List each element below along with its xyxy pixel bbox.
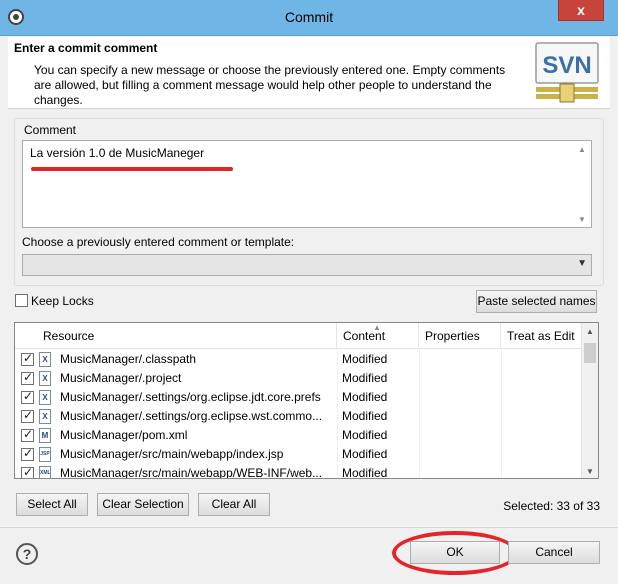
resource-cell: MusicManager/.settings/org.eclipse.jdt.c…: [60, 390, 321, 404]
chevron-down-icon[interactable]: ▼: [577, 258, 587, 269]
red-underline-annotation: [31, 167, 233, 171]
content-cell: Modified: [342, 428, 388, 442]
table-header: Resource Content Properties Treat as Edi…: [15, 323, 583, 349]
dialog-banner: Enter a commit comment You can specify a…: [8, 37, 610, 109]
previous-comment-select[interactable]: ▼: [22, 254, 592, 276]
content-cell: Modified: [342, 352, 388, 366]
file-icon: XML: [39, 466, 51, 478]
file-icon: X: [39, 390, 51, 405]
table-row[interactable]: X MusicManager/.project Modified: [15, 369, 583, 388]
properties-cell: [424, 350, 500, 369]
properties-cell: [424, 369, 500, 388]
treat-as-edit-cell: [506, 388, 582, 407]
svg-text:SVN: SVN: [542, 52, 591, 79]
properties-cell: [424, 426, 500, 445]
properties-cell: [424, 464, 500, 478]
keep-locks-label: Keep Locks: [31, 293, 94, 308]
comment-textarea[interactable]: La versión 1.0 de MusicManeger ▲ ▼: [22, 140, 592, 228]
comment-scrollbar[interactable]: ▲ ▼: [574, 141, 591, 227]
table-scrollbar[interactable]: ▲ ▼: [581, 323, 598, 478]
file-icon: M: [39, 428, 51, 443]
table-row[interactable]: X MusicManager/.settings/org.eclipse.wst.…: [15, 407, 583, 426]
red-circle-annotation: [392, 531, 518, 575]
clear-selection-button[interactable]: Clear Selection: [97, 493, 189, 516]
close-button[interactable]: x: [558, 0, 604, 21]
file-icon: X: [39, 352, 51, 367]
column-treat-as-edit[interactable]: Treat as Edit: [501, 323, 583, 349]
scrollbar-thumb[interactable]: [584, 343, 596, 363]
row-checkbox[interactable]: [21, 427, 34, 442]
treat-as-edit-cell: [506, 407, 582, 426]
row-checkbox[interactable]: [21, 408, 34, 423]
table-row[interactable]: X MusicManager/.classpath Modified: [15, 350, 583, 369]
paste-selected-names-button[interactable]: Paste selected names: [476, 290, 597, 313]
row-checkbox[interactable]: [21, 351, 34, 366]
keep-locks-checkbox[interactable]: [15, 294, 28, 308]
scroll-down-icon[interactable]: ▼: [578, 215, 586, 224]
row-checkbox[interactable]: [21, 389, 34, 404]
properties-cell: [424, 407, 500, 426]
column-properties[interactable]: Properties: [419, 323, 501, 349]
comment-text: La versión 1.0 de MusicManeger: [30, 146, 205, 160]
content-cell: Modified: [342, 371, 388, 385]
resource-cell: MusicManager/src/main/webapp/WEB-INF/web…: [60, 466, 323, 479]
table-row[interactable]: M MusicManager/pom.xml Modified: [15, 426, 583, 445]
properties-cell: [424, 445, 500, 464]
resource-table: Resource Content Properties Treat as Edi…: [14, 322, 599, 479]
svn-logo-icon: SVN: [535, 42, 599, 103]
resource-cell: MusicManager/src/main/webapp/index.jsp: [60, 447, 284, 461]
select-all-button[interactable]: Select All: [16, 493, 88, 516]
comment-group-label: Comment: [22, 123, 79, 137]
properties-cell: [424, 388, 500, 407]
row-checkbox[interactable]: [21, 446, 34, 461]
treat-as-edit-cell: [506, 445, 582, 464]
table-row[interactable]: X MusicManager/.settings/org.eclipse.jdt.…: [15, 388, 583, 407]
content-cell: Modified: [342, 447, 388, 461]
scroll-up-icon[interactable]: ▲: [586, 327, 594, 336]
content-cell: Modified: [342, 409, 388, 423]
file-icon: X: [39, 409, 51, 424]
resource-cell: MusicManager/.project: [60, 371, 182, 385]
resource-cell: MusicManager/.settings/org.eclipse.wst.c…: [60, 409, 323, 423]
previous-comment-label: Choose a previously entered comment or t…: [22, 235, 295, 249]
treat-as-edit-cell: [506, 350, 582, 369]
content-cell: Modified: [342, 390, 388, 404]
resource-cell: MusicManager/pom.xml: [60, 428, 188, 442]
file-icon: JSP: [39, 447, 51, 462]
treat-as-edit-cell: [506, 464, 582, 478]
file-icon: X: [39, 371, 51, 386]
footer-divider: [0, 527, 618, 528]
table-row[interactable]: XML MusicManager/src/main/webapp/WEB-INF/…: [15, 464, 583, 479]
selection-status: Selected: 33 of 33: [503, 499, 600, 513]
clear-all-button[interactable]: Clear All: [198, 493, 270, 516]
scroll-up-icon[interactable]: ▲: [578, 145, 586, 154]
resource-cell: MusicManager/.classpath: [60, 352, 197, 366]
cancel-button[interactable]: Cancel: [508, 541, 600, 564]
table-row[interactable]: JSP MusicManager/src/main/webapp/index.js…: [15, 445, 583, 464]
keep-locks-option[interactable]: Keep Locks: [15, 293, 94, 309]
treat-as-edit-cell: [506, 369, 582, 388]
treat-as-edit-cell: [506, 426, 582, 445]
title-bar: Commit x: [0, 0, 618, 36]
column-resource[interactable]: Resource: [37, 323, 337, 349]
row-checkbox[interactable]: [21, 465, 34, 478]
help-icon[interactable]: ?: [16, 543, 38, 565]
scroll-down-icon[interactable]: ▼: [586, 467, 594, 476]
row-checkbox[interactable]: [21, 370, 34, 385]
sort-ascending-icon: ▲: [373, 323, 381, 332]
content-cell: Modified: [342, 466, 388, 479]
window-title: Commit: [284, 9, 334, 25]
banner-title: Enter a commit comment: [14, 41, 158, 55]
banner-description: You can specify a new message or choose …: [34, 63, 506, 107]
